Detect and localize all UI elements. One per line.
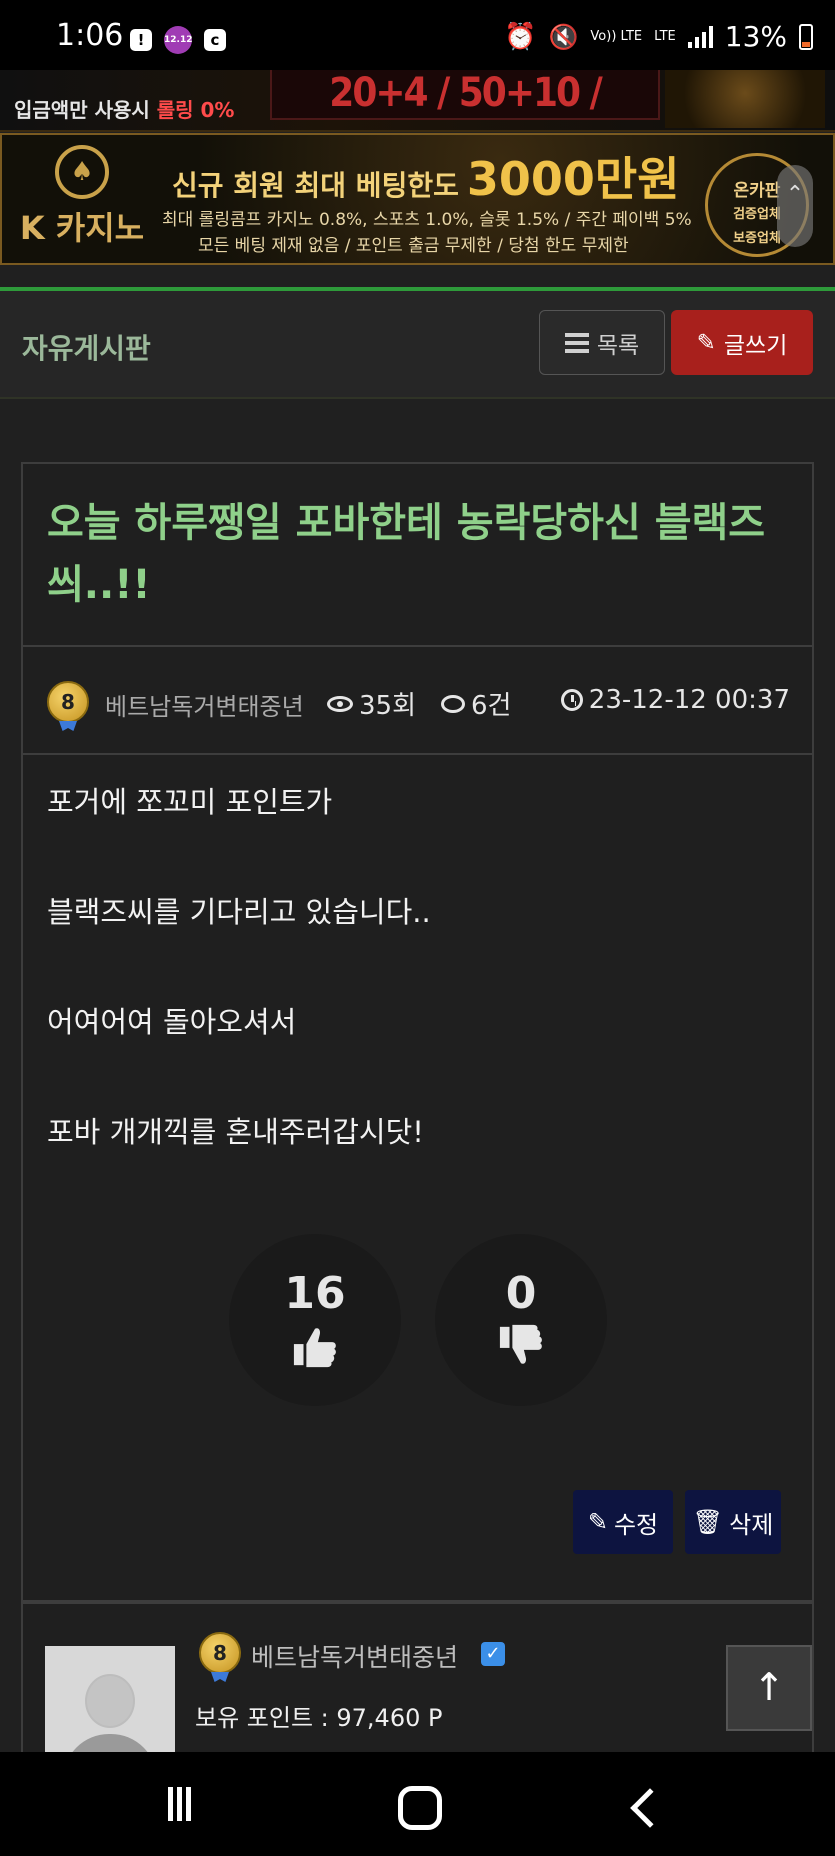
- back-button[interactable]: [630, 1788, 670, 1828]
- body-line: 블랙즈씨를 기다리고 있습니다..: [47, 895, 431, 929]
- trash-icon: 🗑: [692, 1508, 724, 1536]
- clock-icon: [560, 689, 583, 711]
- event-app-icon: 12.12: [164, 26, 192, 54]
- level-badge-icon: 8: [199, 1632, 241, 1674]
- comment-count: 6건: [441, 685, 511, 722]
- board-title: 자유게시판: [22, 332, 151, 365]
- like-count: 16: [284, 1268, 346, 1319]
- alarm-icon: ⏰: [504, 21, 537, 52]
- banner-subline-1: 최대 롤링콤프 카지노 0.8%, 스포츠 1.0%, 슬롯 1.5% / 주간…: [162, 210, 692, 230]
- alert-notification-icon: !: [130, 29, 152, 51]
- navigation-bar: [0, 1752, 835, 1856]
- write-button-label: 글쓰기: [723, 332, 788, 359]
- body-line: 포거에 쪼꼬미 포인트가: [47, 785, 333, 819]
- post-panel: 오늘 하루쨍일 포바한테 농락당하신 블랙즈 씌..!! 8 베트남독거변태중년…: [21, 462, 814, 1602]
- pencil-icon: ✎: [696, 329, 716, 356]
- arrow-up-icon: ↑: [753, 1665, 785, 1709]
- edit-button[interactable]: ✎ 수정: [573, 1490, 673, 1554]
- comment-icon: [441, 694, 465, 713]
- status-bar: 1:06 ! 12.12 c ⏰ 🔇 Vo)) LTE LTE 13%: [0, 0, 835, 70]
- k-casino-logo: ♠ K 카지노: [12, 145, 152, 257]
- home-button[interactable]: [398, 1786, 442, 1830]
- banner-bonus-rates: 20+4 / 50+10 / 100+15 / 200+30 / 300+40: [270, 70, 660, 120]
- edit-button-label: 수정: [613, 1510, 659, 1539]
- post-meta: 8 베트남독거변태중년 35회 6건 23-12-12 00:37: [23, 649, 812, 755]
- banner-rolling-text: 입금액만 사용시 롤링 0%: [14, 98, 235, 122]
- ad-banner-k-casino[interactable]: ♠ K 카지노 신규 회원 최대 베팅한도 3000만원 최대 롤링콤프 카지노 …: [0, 133, 835, 265]
- body-line: 포바 개개끽를 혼내주러갑시닷!: [47, 1115, 424, 1149]
- post-body: 포거에 쪼꼬미 포인트가 블랙즈씨를 기다리고 있습니다.. 어여어여 돌아오셔…: [47, 782, 787, 1222]
- avatar: [45, 1646, 175, 1752]
- ad-banner-bonus[interactable]: 입금액만 사용시 롤링 0% 20+4 / 50+10 / 100+15 / 2…: [0, 70, 835, 132]
- list-button[interactable]: 목록: [539, 310, 665, 375]
- scroll-to-top-button[interactable]: ↑: [726, 1645, 812, 1731]
- author-points: 보유 포인트 : 97,460 P: [195, 1704, 443, 1732]
- post-author[interactable]: 베트남독거변태중년: [105, 687, 304, 722]
- like-button[interactable]: 16: [229, 1234, 401, 1406]
- list-icon: [564, 332, 589, 353]
- app-notification-icon: c: [204, 29, 226, 51]
- signal-icon: [687, 25, 713, 48]
- spade-chip-icon: ♠: [55, 145, 109, 199]
- thumbs-down-icon: [499, 1324, 542, 1364]
- eye-icon: [327, 695, 353, 712]
- lte-icon: LTE: [654, 29, 676, 44]
- write-button[interactable]: ✎ 글쓰기: [671, 310, 813, 375]
- notification-icons: ! 12.12 c: [130, 26, 226, 54]
- chevron-up-icon[interactable]: ⌃: [777, 165, 813, 247]
- level-badge-icon: 8: [47, 681, 89, 723]
- banner-subline-2: 모든 베팅 제재 없음 / 포인트 출금 무제한 / 당첨 한도 무제한: [198, 236, 629, 256]
- battery-percent: 13%: [724, 20, 787, 53]
- recent-apps-button[interactable]: [168, 1780, 208, 1828]
- body-line: 어여어여 돌아오셔서: [47, 1005, 297, 1039]
- dislike-button[interactable]: 0: [435, 1234, 607, 1406]
- status-time: 1:06: [56, 18, 124, 53]
- mute-icon: 🔇: [548, 22, 579, 51]
- post-date: 23-12-12 00:37: [560, 685, 790, 715]
- post-title: 오늘 하루쨍일 포바한테 농락당하신 블랙즈 씌..!!: [23, 464, 812, 647]
- board-header: 자유게시판 목록 ✎ 글쓰기: [0, 291, 835, 399]
- author-name[interactable]: 베트남독거변태중년: [251, 1638, 458, 1674]
- banner-headline: 신규 회원 최대 베팅한도 3000만원: [172, 152, 680, 206]
- system-status-icons: ⏰ 🔇 Vo)) LTE LTE 13%: [504, 20, 813, 53]
- delete-button-label: 삭제: [729, 1510, 774, 1539]
- view-count: 35회: [327, 685, 416, 722]
- list-button-label: 목록: [596, 332, 640, 359]
- delete-button[interactable]: 🗑 삭제: [685, 1490, 781, 1554]
- dislike-count: 0: [505, 1268, 537, 1319]
- edit-icon: ✎: [587, 1508, 608, 1536]
- author-card: 8 베트남독거변태중년 ✓ 보유 포인트 : 97,460 P: [21, 1600, 814, 1752]
- volte-icon: Vo)) LTE: [590, 29, 643, 44]
- battery-icon: [799, 23, 813, 50]
- checkbox-icon[interactable]: ✓: [481, 1642, 505, 1666]
- thumbs-up-icon: [293, 1328, 336, 1368]
- banner-gold-emblem: [665, 70, 825, 128]
